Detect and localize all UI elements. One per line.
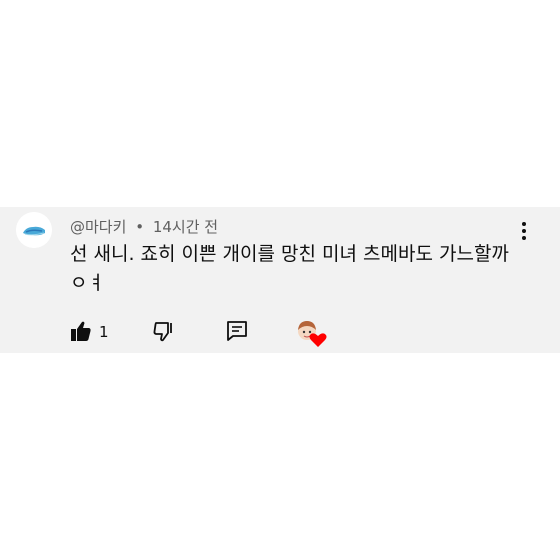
thumbs-down-outline-icon[interactable] [152,321,174,343]
creator-heart-icon [296,320,328,348]
comment-time[interactable]: 14시간 전 [153,218,218,236]
kebab-dot [522,229,526,233]
avatar-image [16,212,52,248]
kebab-dot [522,222,526,226]
more-vert-icon[interactable] [518,220,530,242]
thumbs-up-filled-icon[interactable] [70,320,92,342]
author-name[interactable]: @마다키 [70,218,126,236]
comment-text: 선 새니. 죠히 이쁜 개이를 망친 미녀 츠메바도 가느할까 ㅇㅕ [70,243,509,294]
reply-comment-icon[interactable] [226,320,248,342]
like-count: 1 [99,323,109,341]
meta-separator: • [135,218,145,236]
comment-meta: @마다키 • 14시간 전 [70,216,218,237]
avatar[interactable] [16,212,52,248]
